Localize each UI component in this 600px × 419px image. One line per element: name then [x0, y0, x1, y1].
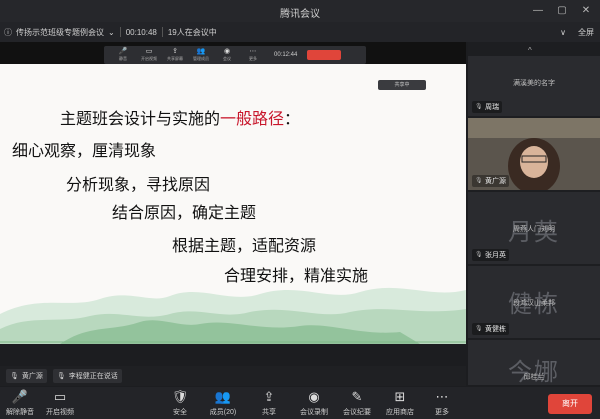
record-icon: ◉ [308, 389, 320, 404]
video-icon: ▭ [145, 48, 153, 55]
window-controls: — ▢ ✕ [532, 4, 592, 16]
view-controls: ∨ 全屏 [560, 27, 594, 38]
speaker-chip: 🎙 黄广源 [6, 369, 47, 383]
participant-count[interactable]: 19人在会议中 [168, 27, 217, 38]
participant-tile[interactable]: 今娜 邱桂兰 [468, 340, 600, 386]
meeting-window: 腾讯会议 — ▢ ✕ ⓘ 传扬示范班级专题例会议 ⌄ 00:10:48 19人在… [0, 0, 600, 419]
meeting-name-dropdown[interactable]: ⓘ 传扬示范班级专题例会议 ⌄ [4, 27, 115, 38]
record-icon: ◉ [223, 48, 231, 55]
participant-panel: ^ 满溪美的名字 🎙 周瑞 🎙 黄广源 月英 周燕人门刘明 🎙 张月英 健栋 段鸿汉山… [468, 42, 600, 386]
record-button[interactable]: ◉ 会议录制 [294, 389, 334, 417]
slide-step-1: 细心观察，厘清现象 [12, 141, 157, 160]
more-button[interactable]: ⋯ 更多 [422, 389, 462, 417]
chevron-down-icon: ⌄ [108, 27, 115, 37]
mic-icon: 🎙 [56, 373, 66, 380]
meeting-info-bar: ⓘ 传扬示范班级专题例会议 ⌄ 00:10:48 19人在会议中 ∨ 全屏 [0, 22, 600, 42]
members-icon: 👥 [196, 48, 206, 55]
share-icon: ⇪ [263, 389, 275, 404]
mic-icon: 🎙 [10, 373, 19, 380]
meeting-info-icon: ⓘ [4, 27, 12, 37]
minutes-button[interactable]: ✎ 会议纪要 [337, 389, 377, 417]
participant-status-text: 邱桂兰 [523, 374, 545, 381]
share-more-button[interactable]: ⋯ 更多 [240, 48, 266, 62]
speaker-status-bar: 🎙 黄广源 🎙 李程健正在说话 [0, 366, 466, 386]
share-meeting-button[interactable]: ◉ 会议 [214, 48, 240, 62]
shared-screen: 主题班会设计与实施的一般路径： 细心观察，厘清现象 分析现象，寻找原因 结合原因… [0, 64, 466, 344]
participant-status-text: 满溪美的名字 [513, 80, 555, 87]
participant-name-tag: 🎙 周瑞 [472, 101, 502, 113]
collapse-panel-icon[interactable]: ^ [528, 46, 532, 55]
participant-tile-video[interactable]: 🎙 黄广源 [468, 118, 600, 190]
share-timer: 00:12:44 [274, 52, 298, 58]
leave-meeting-button[interactable]: 离开 [548, 394, 592, 414]
share-screen-button[interactable]: ⇪ 共享屏幕 [162, 48, 188, 62]
chat-icon: ✎ [351, 389, 363, 404]
meeting-duration: 00:10:48 [125, 27, 157, 37]
share-toolbar: 🎤 静音 ▭ 开启视频 ⇪ 共享屏幕 👥 管理成员 ◉ 会议 ⋯ 更多 00:12:44 [104, 46, 366, 64]
meeting-toolbar: 🎤 解除静音 ▭ 开启视频 🛡 安全 👥 成员(20) ⇪ 共享 ◉ 会议录制 ✎ 会议纪要 … [0, 387, 600, 419]
security-icon: 🛡 [171, 389, 189, 404]
slide-heading: 主题班会设计与实施的一般路径： [60, 109, 301, 128]
minimize-icon[interactable]: — [532, 4, 544, 16]
more-icon: ⋯ [249, 48, 257, 55]
fullscreen-button[interactable]: 全屏 [578, 27, 594, 38]
maximize-icon[interactable]: ▢ [556, 4, 568, 16]
slide-step-4: 根据主题，适配资源 [172, 236, 317, 255]
participant-name-tag: 🎙 黄广源 [472, 175, 509, 187]
participant-status-text: 周燕人门刘明 [513, 226, 555, 233]
participant-name-tag: 🎙 张月英 [472, 249, 509, 261]
mic-muted-icon: 🎙 [475, 103, 483, 110]
mic-muted-icon: 🎙 [475, 325, 483, 332]
share-mute-button[interactable]: 🎤 静音 [110, 48, 136, 62]
members-icon: 👥 [214, 389, 232, 404]
speaking-indicator: 🎙 李程健正在说话 [52, 369, 122, 383]
mic-icon: 🎤 [11, 389, 29, 404]
more-icon: ⋯ [435, 389, 449, 404]
apps-icon: ⊞ [394, 389, 406, 404]
view-chevron-icon[interactable]: ∨ [560, 28, 566, 37]
mic-icon: 🎤 [118, 48, 128, 55]
share-members-button[interactable]: 👥 管理成员 [188, 48, 214, 62]
slide-step-2: 分析现象，寻找原因 [66, 175, 211, 194]
divider [161, 27, 163, 37]
participant-tile[interactable]: 满溪美的名字 🎙 周瑞 [468, 56, 600, 116]
mic-icon: 🎙 [475, 177, 483, 184]
share-video-button[interactable]: ▭ 开启视频 [136, 48, 162, 62]
share-icon: ⇪ [172, 48, 178, 55]
share-button[interactable]: ⇪ 共享 [249, 389, 289, 417]
participant-tile[interactable]: 月英 周燕人门刘明 🎙 张月英 [468, 192, 600, 264]
title-bar: 腾讯会议 — ▢ ✕ [0, 0, 600, 22]
unmute-button[interactable]: 🎤 解除静音 [0, 389, 40, 417]
stop-share-button[interactable] [307, 50, 342, 60]
video-icon: ▭ [53, 389, 67, 404]
window-title: 腾讯会议 [280, 9, 320, 20]
apps-button[interactable]: ⊞ 应用商店 [380, 389, 420, 417]
slide-step-3: 结合原因，确定主题 [112, 203, 257, 222]
participant-name-tag: 🎙 黄健栋 [472, 323, 509, 335]
members-button[interactable]: 👥 成员(20) [203, 389, 243, 417]
divider [119, 27, 121, 37]
security-button[interactable]: 🛡 安全 [160, 389, 200, 417]
start-video-button[interactable]: ▭ 开启视频 [40, 389, 80, 417]
sharing-indicator[interactable]: 共享中 [378, 80, 426, 90]
mic-muted-icon: 🎙 [475, 251, 483, 258]
close-icon[interactable]: ✕ [580, 4, 592, 16]
mountain-landscape-decoration [0, 287, 466, 344]
participant-tile[interactable]: 健栋 段鸿汉山柔邦 🎙 黄健栋 [468, 266, 600, 338]
participant-status-text: 段鸿汉山柔邦 [513, 300, 555, 307]
meeting-name: 传扬示范班级专题例会议 [16, 27, 104, 37]
